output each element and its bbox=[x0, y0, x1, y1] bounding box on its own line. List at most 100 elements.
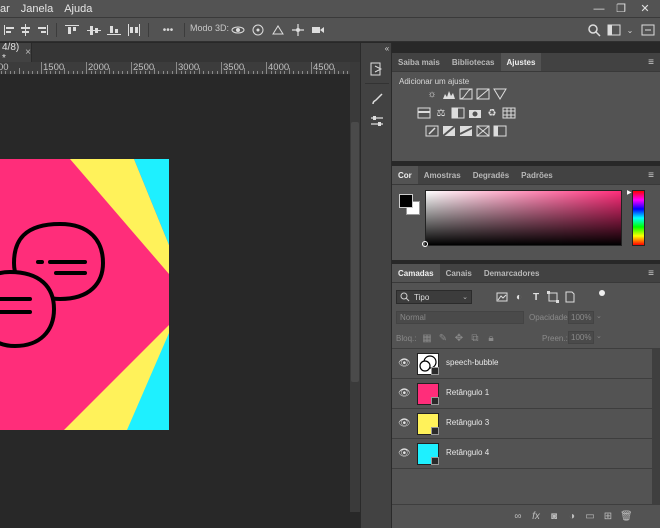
foreground-color-swatch[interactable] bbox=[399, 194, 413, 208]
layer-name[interactable]: Retângulo 1 bbox=[446, 388, 489, 397]
black-white-icon[interactable] bbox=[451, 107, 465, 119]
distribute-bottom-icon[interactable] bbox=[106, 22, 122, 38]
align-left-icon[interactable] bbox=[2, 22, 18, 38]
close-tab-icon[interactable]: × bbox=[25, 47, 31, 58]
layer-thumbnail[interactable] bbox=[417, 413, 439, 435]
filter-adjustment-icon[interactable]: ◐ bbox=[512, 291, 526, 303]
menu-item-partial[interactable]: ar bbox=[0, 0, 15, 18]
layer-filter-select[interactable]: Tipo ⌄ bbox=[396, 290, 472, 304]
tab-patterns[interactable]: Padrões bbox=[515, 166, 559, 184]
opacity-input[interactable]: 100% bbox=[568, 311, 594, 324]
group-icon[interactable]: ▭ bbox=[584, 511, 596, 523]
layers-scrollbar[interactable] bbox=[652, 349, 660, 504]
hue-slider[interactable] bbox=[632, 190, 645, 246]
tab-layers[interactable]: Camadas bbox=[392, 264, 440, 282]
layer-row[interactable]: 👁︎ Retângulo 1 bbox=[392, 379, 652, 409]
vertical-scrollbar[interactable] bbox=[350, 62, 360, 512]
horizontal-ruler[interactable]: 001500200025003000350040004500 bbox=[0, 62, 350, 75]
link-icon[interactable]: ∞ bbox=[512, 511, 524, 523]
filter-toggle-icon[interactable] bbox=[599, 290, 605, 296]
hue-saturation-icon[interactable] bbox=[417, 107, 431, 119]
panel-menu-icon[interactable]: ≡ bbox=[642, 166, 660, 184]
selective-color-icon[interactable] bbox=[493, 125, 507, 137]
brightness-icon[interactable]: ☼ bbox=[425, 88, 439, 100]
align-right-icon[interactable] bbox=[34, 22, 50, 38]
layer-row[interactable]: 👁︎ speech-bubble bbox=[392, 349, 652, 379]
blend-mode-select[interactable]: Normal bbox=[396, 311, 524, 324]
posterize-icon[interactable] bbox=[442, 125, 456, 137]
filter-pixel-icon[interactable] bbox=[495, 291, 509, 303]
collapse-panels-icon[interactable]: « bbox=[377, 43, 397, 53]
trash-icon[interactable]: 🗑︎ bbox=[620, 511, 633, 523]
video-camera-icon[interactable] bbox=[310, 22, 326, 38]
canvas-artwork[interactable] bbox=[0, 159, 169, 430]
layer-thumbnail[interactable] bbox=[417, 353, 439, 375]
lock-image-icon[interactable]: ✎ bbox=[436, 332, 450, 344]
vibrance-icon[interactable] bbox=[493, 88, 507, 100]
filter-shape-icon[interactable] bbox=[546, 291, 560, 303]
fill-input[interactable]: 100% bbox=[568, 331, 594, 344]
tab-adjustments[interactable]: Ajustes bbox=[500, 53, 542, 71]
document-tab[interactable]: 4/8) * × bbox=[0, 42, 32, 64]
tab-channels[interactable]: Canais bbox=[440, 264, 478, 282]
pan-3d-icon[interactable] bbox=[290, 22, 306, 38]
search-icon[interactable] bbox=[586, 22, 602, 38]
filter-smart-object-icon[interactable] bbox=[563, 291, 577, 303]
lock-position-icon[interactable]: ✥ bbox=[452, 332, 466, 344]
share-icon[interactable] bbox=[640, 22, 656, 38]
layer-row[interactable]: 👁︎ Retângulo 3 bbox=[392, 409, 652, 439]
restore-icon[interactable]: ❐ bbox=[610, 0, 632, 18]
threshold-icon[interactable] bbox=[459, 125, 473, 137]
visibility-eye-icon[interactable]: 👁︎ bbox=[398, 418, 411, 430]
lock-transparent-icon[interactable]: ▦ bbox=[420, 332, 434, 344]
brush-icon[interactable] bbox=[367, 89, 387, 109]
more-options-icon[interactable]: ••• bbox=[158, 22, 178, 38]
minimize-icon[interactable]: — bbox=[588, 0, 610, 18]
adjustment-icon[interactable]: ◑ bbox=[566, 511, 578, 523]
close-icon[interactable]: ✕ bbox=[634, 0, 656, 18]
tab-paths[interactable]: Demarcadores bbox=[478, 264, 546, 282]
workspace-icon[interactable] bbox=[606, 22, 622, 38]
scrollbar-thumb[interactable] bbox=[351, 122, 359, 382]
lock-artboard-icon[interactable]: ⧉ bbox=[468, 332, 482, 344]
gradient-map-icon[interactable] bbox=[476, 125, 490, 137]
menu-item-help[interactable]: Ajuda bbox=[58, 0, 97, 18]
layer-row[interactable]: 👁︎ Retângulo 4 bbox=[392, 439, 652, 469]
color-lookup-icon[interactable] bbox=[502, 107, 516, 119]
color-balance-icon[interactable]: ⚖ bbox=[434, 107, 448, 119]
panel-menu-icon[interactable]: ≡ bbox=[642, 53, 660, 71]
channel-mixer-icon[interactable]: ♻ bbox=[485, 107, 499, 119]
tab-swatches[interactable]: Amostras bbox=[418, 166, 467, 184]
align-center-icon[interactable] bbox=[18, 22, 34, 38]
invert-icon[interactable] bbox=[425, 125, 439, 137]
color-picker-field[interactable] bbox=[425, 190, 622, 246]
lock-all-icon[interactable]: 🔒︎ bbox=[484, 332, 498, 344]
chevron-down-icon[interactable]: ⌄ bbox=[596, 332, 602, 340]
menu-item-window[interactable]: Janela bbox=[15, 0, 58, 18]
chevron-down-icon[interactable]: ⌄ bbox=[622, 22, 638, 38]
layer-thumbnail[interactable] bbox=[417, 383, 439, 405]
tab-learn[interactable]: Saiba mais bbox=[392, 53, 446, 71]
hue-slider-handle[interactable]: ▶ bbox=[627, 189, 632, 196]
distribute-middle-icon[interactable] bbox=[86, 22, 102, 38]
visibility-eye-icon[interactable]: 👁︎ bbox=[398, 388, 411, 400]
history-icon[interactable] bbox=[367, 59, 387, 79]
panel-menu-icon[interactable]: ≡ bbox=[642, 264, 660, 282]
levels-icon[interactable] bbox=[442, 88, 456, 100]
visibility-eye-icon[interactable]: 👁︎ bbox=[398, 448, 411, 460]
layer-name[interactable]: Retângulo 4 bbox=[446, 448, 489, 457]
new-layer-icon[interactable]: ⊞ bbox=[602, 511, 614, 523]
fx-icon[interactable]: fx bbox=[530, 511, 542, 523]
distribute-top-icon[interactable] bbox=[64, 22, 80, 38]
photo-filter-icon[interactable] bbox=[468, 107, 482, 119]
chevron-down-icon[interactable]: ⌄ bbox=[596, 312, 602, 320]
properties-icon[interactable] bbox=[367, 111, 387, 131]
roll-3d-icon[interactable] bbox=[250, 22, 266, 38]
distribute-horizontal-icon[interactable] bbox=[126, 22, 142, 38]
tab-gradients[interactable]: Degradês bbox=[467, 166, 515, 184]
orbit-3d-icon[interactable] bbox=[230, 22, 246, 38]
curves-icon[interactable] bbox=[459, 88, 473, 100]
filter-type-icon[interactable]: T bbox=[529, 291, 543, 303]
mask-icon[interactable]: ◙ bbox=[548, 511, 560, 523]
layer-thumbnail[interactable] bbox=[417, 443, 439, 465]
